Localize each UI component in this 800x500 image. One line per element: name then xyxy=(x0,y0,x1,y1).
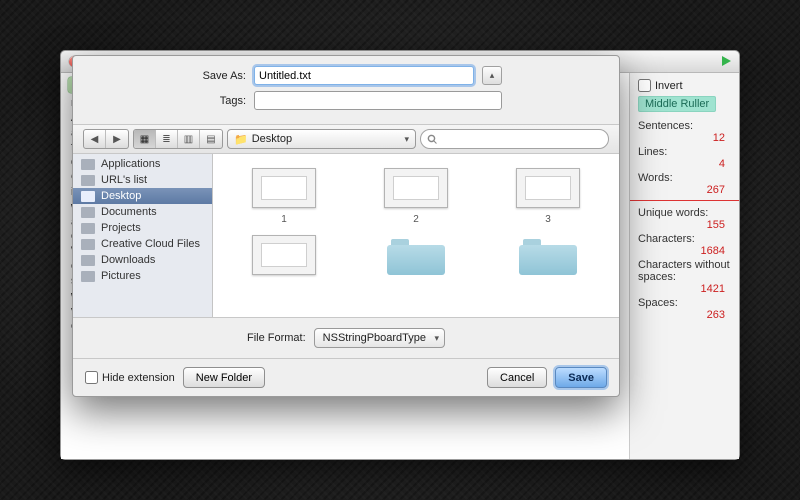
file-browser: Applications URL's list Desktop Documents Pr… xyxy=(73,154,619,318)
search-icon xyxy=(427,134,438,145)
ruler-chip[interactable]: Middle Ruller xyxy=(638,96,716,112)
hide-extension-checkbox[interactable]: Hide extension xyxy=(85,371,175,384)
stat-words-value: 267 xyxy=(638,184,725,196)
sidebar-item-applications[interactable]: Applications xyxy=(73,156,212,172)
document-thumb-icon xyxy=(384,168,448,208)
tags-input[interactable] xyxy=(254,91,502,110)
sidebar-item-desktop[interactable]: Desktop xyxy=(73,188,212,204)
sidebar-item-pictures[interactable]: Pictures xyxy=(73,268,212,284)
sidebar-item-projects[interactable]: Projects xyxy=(73,220,212,236)
location-popup[interactable]: 📁 Desktop ▾ xyxy=(227,129,416,149)
folder-icon: 📁 xyxy=(234,133,248,146)
document-thumb-icon xyxy=(252,235,316,275)
save-sheet: Save As: Tags: ◀ ▶ ▦ ≣ ▥ ▤ 📁 Desktop ▾ xyxy=(72,55,620,397)
view-mode-segment: ▦ ≣ ▥ ▤ xyxy=(133,129,223,149)
stat-words-label: Words: xyxy=(638,172,731,184)
tags-label: Tags: xyxy=(190,95,246,107)
sidebar-item-downloads[interactable]: Downloads xyxy=(73,252,212,268)
grid-item[interactable] xyxy=(355,235,477,281)
stat-spaces-value: 263 xyxy=(638,309,725,321)
stat-sentences-label: Sentences: xyxy=(638,120,731,132)
grid-item-label: 2 xyxy=(413,214,419,225)
stats-panel: Invert Middle Ruller Sentences: 12 Lines… xyxy=(629,73,739,459)
sidebar-item-label: Applications xyxy=(101,158,160,170)
column-view-button[interactable]: ▥ xyxy=(178,130,200,148)
format-label: File Format: xyxy=(247,332,306,344)
coverflow-view-button[interactable]: ▤ xyxy=(200,130,222,148)
nav-back-forward: ◀ ▶ xyxy=(83,129,129,149)
grid-item[interactable] xyxy=(223,235,345,281)
document-thumb-icon xyxy=(516,168,580,208)
search-input[interactable] xyxy=(442,133,602,145)
folder-icon xyxy=(519,235,577,275)
folder-icon xyxy=(81,255,95,266)
folder-icon xyxy=(81,239,95,250)
location-label: Desktop xyxy=(252,133,292,145)
sidebar-item-label: Projects xyxy=(101,222,141,234)
file-format-popup[interactable]: NSStringPboardType xyxy=(314,328,445,348)
stat-chars-label: Characters: xyxy=(638,233,731,245)
stat-charsns-label: Characters without spaces: xyxy=(638,259,731,283)
sidebar-item-url-s-list[interactable]: URL's list xyxy=(73,172,212,188)
folder-icon xyxy=(81,207,95,218)
forward-button[interactable]: ▶ xyxy=(106,130,128,148)
divider xyxy=(630,200,739,201)
grid-item-label: 1 xyxy=(281,214,287,225)
stat-spaces-label: Spaces: xyxy=(638,297,731,309)
file-grid: 1 2 3 xyxy=(213,154,619,317)
back-button[interactable]: ◀ xyxy=(84,130,106,148)
play-icon[interactable] xyxy=(722,56,731,66)
folder-icon xyxy=(81,175,95,186)
folder-icon xyxy=(81,223,95,234)
document-thumb-icon xyxy=(252,168,316,208)
search-field[interactable] xyxy=(420,129,609,149)
list-view-button[interactable]: ≣ xyxy=(156,130,178,148)
grid-item[interactable] xyxy=(487,235,609,281)
sidebar-item-label: URL's list xyxy=(101,174,147,186)
stat-chars-value: 1684 xyxy=(638,245,725,257)
icon-view-button[interactable]: ▦ xyxy=(134,130,156,148)
sidebar-item-label: Creative Cloud Files xyxy=(101,238,200,250)
folder-icon xyxy=(81,271,95,282)
file-format-value: NSStringPboardType xyxy=(323,332,426,344)
sidebar-item-label: Desktop xyxy=(101,190,141,202)
stat-sentences-value: 12 xyxy=(638,132,725,144)
new-folder-button[interactable]: New Folder xyxy=(183,367,265,388)
folder-icon xyxy=(81,191,95,202)
disclosure-button[interactable] xyxy=(482,66,502,85)
sidebar-source-list: Applications URL's list Desktop Documents Pr… xyxy=(73,154,213,317)
sidebar-item-label: Downloads xyxy=(101,254,155,266)
sidebar-item-label: Pictures xyxy=(101,270,141,282)
stat-charsns-value: 1421 xyxy=(638,283,725,295)
stat-unique-value: 155 xyxy=(638,219,725,231)
stat-lines-value: 4 xyxy=(638,158,725,170)
grid-item[interactable]: 3 xyxy=(487,168,609,225)
sidebar-item-creative-cloud-files[interactable]: Creative Cloud Files xyxy=(73,236,212,252)
grid-item[interactable]: 1 xyxy=(223,168,345,225)
sidebar-item-documents[interactable]: Documents xyxy=(73,204,212,220)
browser-toolbar: ◀ ▶ ▦ ≣ ▥ ▤ 📁 Desktop ▾ xyxy=(73,124,619,154)
stat-unique-label: Unique words: xyxy=(638,207,731,219)
saveas-label: Save As: xyxy=(190,70,246,82)
grid-item[interactable]: 2 xyxy=(355,168,477,225)
saveas-input[interactable] xyxy=(254,66,474,85)
cancel-button[interactable]: Cancel xyxy=(487,367,547,388)
format-row: File Format: NSStringPboardType xyxy=(73,318,619,359)
sheet-header: Save As: Tags: xyxy=(73,56,619,124)
chevron-down-icon: ▾ xyxy=(404,134,409,145)
sidebar-item-label: Documents xyxy=(101,206,157,218)
stat-lines-label: Lines: xyxy=(638,146,731,158)
sheet-footer: Hide extension New Folder Cancel Save xyxy=(73,359,619,396)
folder-icon xyxy=(387,235,445,275)
folder-icon xyxy=(81,159,95,170)
invert-checkbox[interactable]: Invert xyxy=(638,79,731,92)
grid-item-label: 3 xyxy=(545,214,551,225)
save-button[interactable]: Save xyxy=(555,367,607,388)
